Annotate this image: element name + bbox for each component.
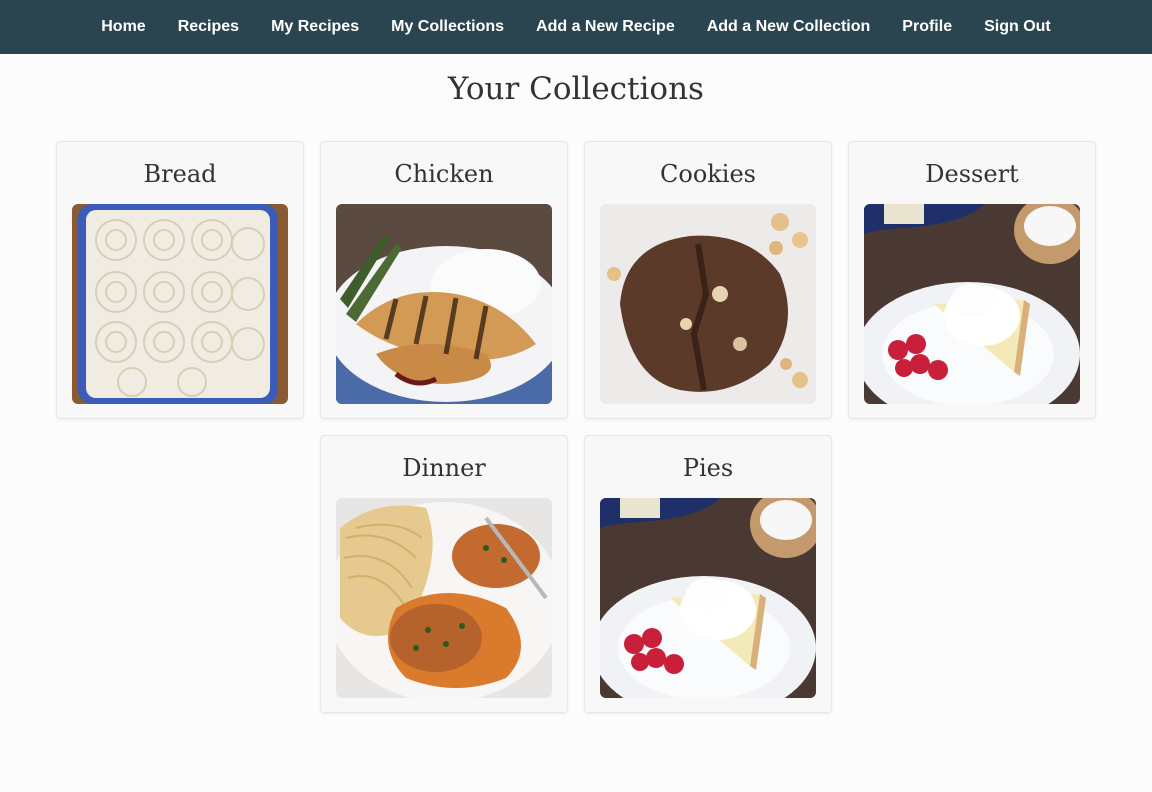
nav-my-recipes[interactable]: My Recipes [271,18,359,36]
collection-card-pies[interactable]: Pies [584,435,832,713]
nav-home[interactable]: Home [101,18,145,36]
collection-title: Pies [682,454,734,482]
collection-title: Cookies [660,160,756,188]
nav-profile[interactable]: Profile [902,18,952,36]
collection-title: Chicken [394,160,494,188]
collection-title: Bread [143,160,217,188]
nav-add-recipe[interactable]: Add a New Recipe [536,18,675,36]
nav-add-collection[interactable]: Add a New Collection [707,18,871,36]
collections-grid: Bread Chicken Cookies Dessert Dinner Pie… [44,141,1108,713]
collection-title: Dessert [925,160,1019,188]
cinnamon-rolls-photo[interactable] [72,204,288,404]
cream-pie-photo[interactable] [864,204,1080,404]
collection-card-chicken[interactable]: Chicken [320,141,568,419]
collection-title: Dinner [402,454,486,482]
chicken-spaghetti-photo[interactable] [336,498,552,698]
page-title: Your Collections [448,71,704,107]
top-navbar: Home Recipes My Recipes My Collections A… [0,0,1152,54]
nav-sign-out[interactable]: Sign Out [984,18,1051,36]
grilled-chicken-photo[interactable] [336,204,552,404]
chocolate-cookie-photo[interactable] [600,204,816,404]
collection-card-dinner[interactable]: Dinner [320,435,568,713]
cream-pie-photo[interactable] [600,498,816,698]
nav-recipes[interactable]: Recipes [178,18,239,36]
nav-my-collections[interactable]: My Collections [391,18,504,36]
collection-card-dessert[interactable]: Dessert [848,141,1096,419]
collection-card-bread[interactable]: Bread [56,141,304,419]
collection-card-cookies[interactable]: Cookies [584,141,832,419]
